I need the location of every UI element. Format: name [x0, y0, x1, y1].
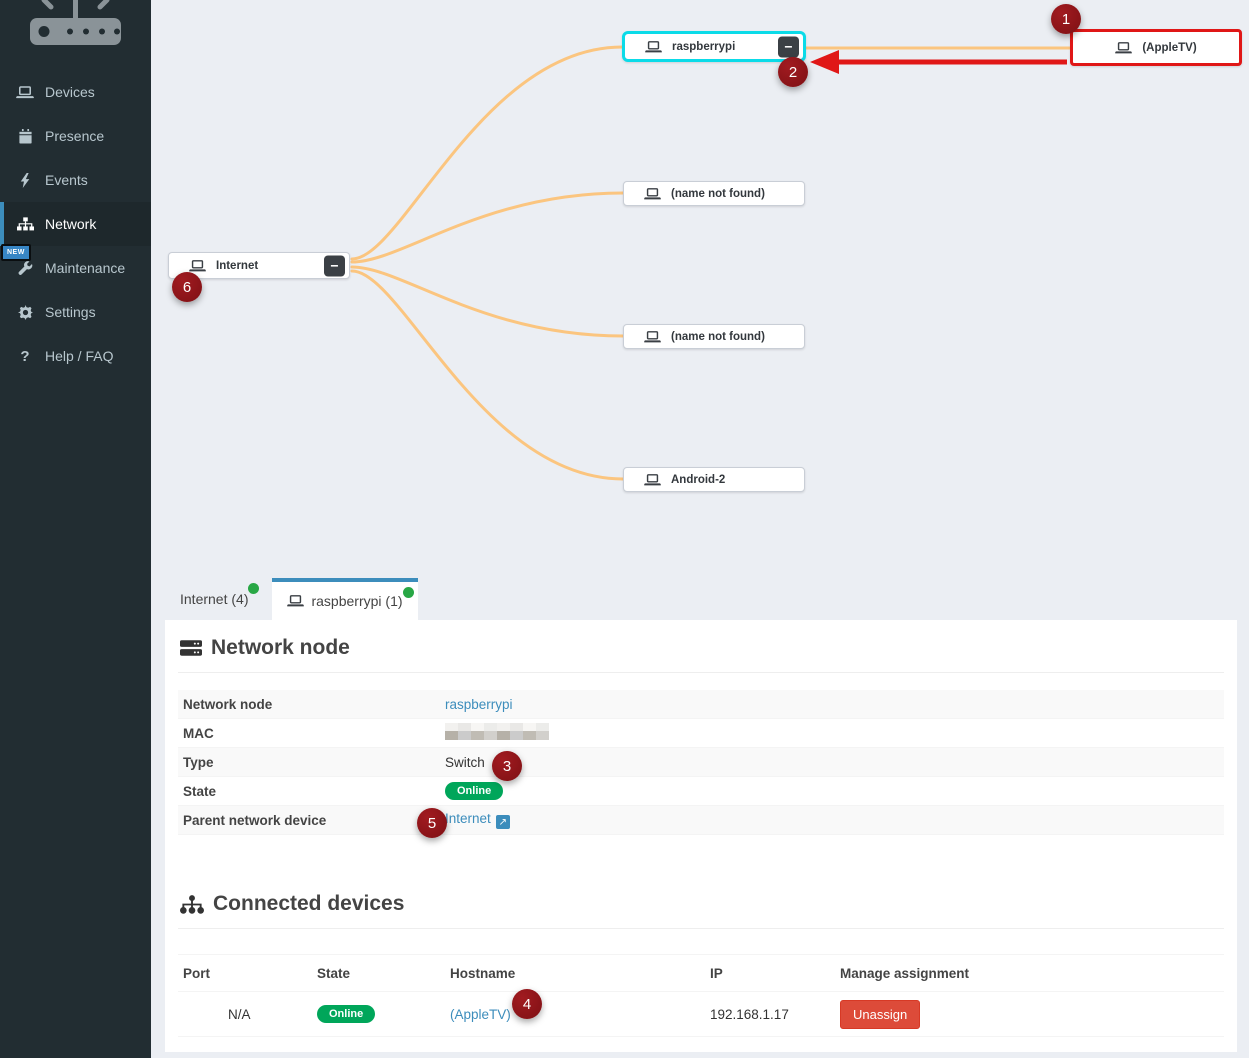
sitemap-icon	[15, 217, 35, 231]
unassign-button[interactable]: Unassign	[840, 1000, 920, 1029]
laptop-icon	[1115, 42, 1132, 54]
sidebar-item-devices[interactable]: Devices	[0, 70, 151, 114]
row-label: State	[183, 784, 445, 799]
connected-devices-table: Port State Hostname IP Manage assignment…	[178, 954, 1224, 1037]
node-android-2[interactable]: Android-2	[623, 467, 805, 492]
wrench-icon	[15, 261, 35, 276]
network-node-link[interactable]: raspberrypi	[445, 697, 513, 712]
annotation-arrow	[810, 50, 1067, 74]
table-row: MAC	[178, 719, 1224, 748]
table-row: Type Switch	[178, 748, 1224, 777]
question-icon: ?	[15, 348, 35, 365]
router-illustration	[0, 0, 151, 58]
sidebar-item-events[interactable]: Events	[0, 158, 151, 202]
sidebar-item-presence[interactable]: Presence	[0, 114, 151, 158]
divider	[178, 928, 1224, 929]
parent-device-link[interactable]: Internet	[445, 811, 491, 826]
node-name-not-found-2[interactable]: (name not found)	[623, 324, 805, 349]
row-label: Parent network device	[183, 813, 445, 828]
status-badge: Online	[445, 782, 503, 800]
table-row: State Online	[178, 777, 1224, 806]
node-label: Internet	[216, 260, 258, 272]
sidebar-item-label: Events	[45, 172, 88, 188]
annotation-badge-1: 1	[1051, 4, 1081, 34]
laptop-icon	[644, 188, 661, 200]
network-node-section-title: Network node	[180, 636, 1224, 660]
collapse-button[interactable]: −	[778, 36, 799, 57]
new-badge: NEW	[1, 244, 31, 261]
online-dot	[248, 583, 259, 594]
col-ip: IP	[710, 966, 840, 981]
gear-icon	[15, 305, 35, 320]
table-row: Network node raspberrypi	[178, 690, 1224, 719]
sidebar-item-maintenance[interactable]: NEW Maintenance	[0, 246, 151, 290]
table-row: Parent network device Internet ↗	[178, 806, 1224, 835]
sidebar-nav: Devices Presence Events Network NEW Main…	[0, 70, 151, 378]
external-link-icon[interactable]: ↗	[496, 815, 510, 829]
sidebar-item-label: Presence	[45, 128, 104, 144]
sidebar-item-label: Network	[45, 216, 96, 232]
node-label: (AppleTV)	[1142, 42, 1196, 54]
status-badge: Online	[317, 1005, 375, 1023]
divider	[178, 672, 1224, 673]
laptop-icon	[189, 260, 206, 272]
sidebar-item-settings[interactable]: Settings	[0, 290, 151, 334]
node-label: (name not found)	[671, 188, 765, 200]
col-port: Port	[183, 966, 317, 981]
collapse-button[interactable]: −	[324, 255, 345, 276]
col-hostname: Hostname	[450, 966, 710, 981]
network-node-table: Network node raspberrypi MAC Type Switch…	[178, 690, 1224, 835]
table-row: N/A Online (AppleTV) 192.168.1.17 Unassi…	[178, 992, 1224, 1037]
calendar-icon	[15, 129, 35, 144]
sidebar-item-network[interactable]: Network	[0, 202, 151, 246]
server-icon	[180, 639, 202, 657]
tab-label: Internet (4)	[180, 591, 248, 607]
node-name-not-found-1[interactable]: (name not found)	[623, 181, 805, 206]
annotation-badge-4: 4	[512, 989, 542, 1019]
sidebar-item-help[interactable]: ? Help / FAQ	[0, 334, 151, 378]
annotation-badge-5: 5	[417, 808, 447, 838]
sidebar-item-label: Help / FAQ	[45, 348, 113, 364]
hostname-link[interactable]: (AppleTV)	[450, 1007, 511, 1022]
laptop-icon	[287, 595, 304, 607]
annotation-badge-3: 3	[492, 751, 522, 781]
ip-value: 192.168.1.17	[710, 1007, 840, 1022]
laptop-icon	[644, 474, 661, 486]
tab-internet[interactable]: Internet (4)	[165, 578, 263, 620]
sidebar-item-label: Settings	[45, 304, 96, 320]
bolt-icon	[15, 173, 35, 188]
laptop-icon	[644, 331, 661, 343]
section-title-text: Connected devices	[213, 892, 404, 916]
sidebar-item-label: Devices	[45, 84, 95, 100]
row-label: Type	[183, 755, 445, 770]
sitemap-icon	[180, 895, 204, 914]
laptop-icon	[645, 41, 662, 53]
section-title-text: Network node	[211, 636, 350, 660]
row-label: MAC	[183, 726, 445, 741]
tab-label: raspberrypi (1)	[311, 593, 402, 609]
annotation-badge-6: 6	[172, 272, 202, 302]
laptop-icon	[15, 86, 35, 99]
col-manage: Manage assignment	[840, 966, 1219, 981]
detail-tabs: Internet (4) raspberrypi (1)	[165, 578, 418, 620]
port-value: N/A	[183, 1007, 317, 1022]
node-appletv[interactable]: (AppleTV)	[1070, 29, 1242, 66]
tab-raspberrypi[interactable]: raspberrypi (1)	[272, 578, 417, 620]
row-label: Network node	[183, 697, 445, 712]
node-raspberrypi[interactable]: raspberrypi −	[622, 31, 806, 62]
connected-devices-section-title: Connected devices	[180, 892, 1224, 916]
node-label: raspberrypi	[672, 41, 735, 53]
node-label: Android-2	[671, 474, 725, 486]
table-header-row: Port State Hostname IP Manage assignment	[178, 955, 1224, 992]
online-dot	[403, 587, 414, 598]
col-state: State	[317, 966, 450, 981]
node-label: (name not found)	[671, 331, 765, 343]
type-value: Switch	[445, 755, 1219, 770]
sidebar-item-label: Maintenance	[45, 260, 125, 276]
sidebar: Devices Presence Events Network NEW Main…	[0, 0, 151, 1058]
annotation-badge-2: 2	[778, 57, 808, 87]
main-content: Internet − raspberrypi − (name not found…	[151, 0, 1249, 1058]
detail-panel: Network node Network node raspberrypi MA…	[165, 620, 1237, 1052]
mac-redacted-value	[445, 723, 549, 740]
